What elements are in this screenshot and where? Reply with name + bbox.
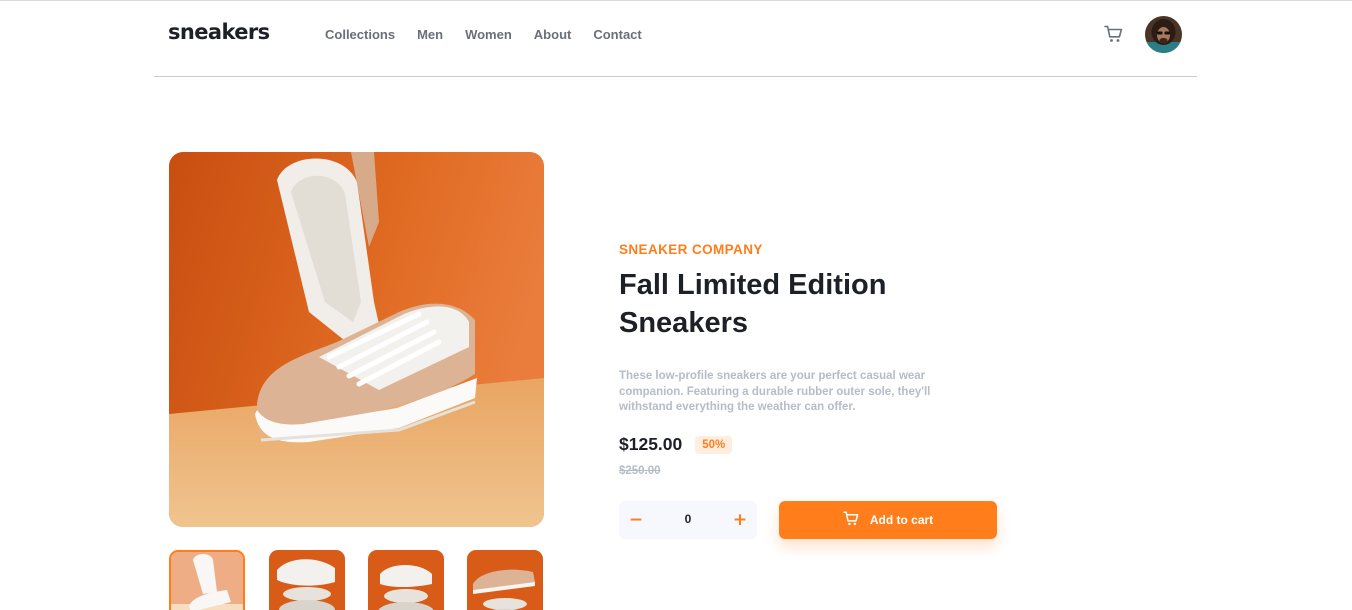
current-price: $125.00 bbox=[619, 434, 683, 454]
nav-about[interactable]: About bbox=[534, 27, 572, 42]
quantity-stepper: − 0 + bbox=[619, 501, 757, 539]
product-title: Fall Limited Edition Sneakers bbox=[619, 269, 887, 339]
product-description: These low-profile sneakers are your perf… bbox=[619, 370, 931, 413]
add-to-cart-button[interactable]: Add to cart bbox=[779, 501, 997, 539]
quantity-value: 0 bbox=[684, 512, 692, 526]
original-price: $250.00 bbox=[619, 465, 661, 477]
price-row: $125.00 50% bbox=[619, 434, 733, 455]
top-navbar: sneakers Collections Men Women About Con… bbox=[154, 0, 1197, 77]
discount-badge: 50% bbox=[695, 435, 733, 454]
nav-women[interactable]: Women bbox=[465, 27, 512, 42]
thumbnail-strip bbox=[169, 550, 544, 610]
logo[interactable]: sneakers bbox=[168, 20, 270, 44]
cart-icon[interactable] bbox=[1104, 25, 1124, 43]
thumbnail-4[interactable] bbox=[467, 550, 543, 610]
nav-collections[interactable]: Collections bbox=[325, 27, 395, 42]
decrease-quantity-button[interactable]: − bbox=[619, 501, 653, 539]
thumbnail-3[interactable] bbox=[368, 550, 444, 610]
nav-contact[interactable]: Contact bbox=[593, 27, 641, 42]
product-page: sneakers Collections Men Women About Con… bbox=[0, 0, 1352, 610]
product-main-image[interactable] bbox=[169, 152, 544, 527]
company-label: SNEAKER COMPANY bbox=[619, 242, 763, 257]
thumbnail-2[interactable] bbox=[269, 550, 345, 610]
increase-quantity-button[interactable]: + bbox=[723, 501, 757, 539]
product-info: SNEAKER COMPANY Fall Limited Edition Sne… bbox=[619, 242, 999, 539]
add-to-cart-label: Add to cart bbox=[869, 513, 934, 527]
nav-men[interactable]: Men bbox=[417, 27, 443, 42]
main-nav: Collections Men Women About Contact bbox=[325, 27, 642, 42]
user-avatar[interactable] bbox=[1145, 16, 1182, 53]
cart-icon bbox=[843, 511, 860, 529]
thumbnail-1[interactable] bbox=[169, 550, 245, 610]
